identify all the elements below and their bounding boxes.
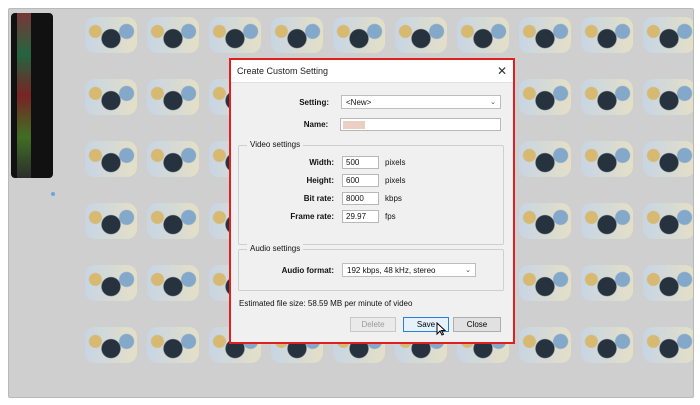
bitrate-label: Bit rate: <box>303 194 334 203</box>
create-custom-setting-dialog: Create Custom Setting ✕ Setting: <New> ⌄… <box>229 58 515 344</box>
dialog-title: Create Custom Setting <box>237 66 329 76</box>
height-label: Height: <box>306 176 334 185</box>
name-label: Name: <box>303 120 329 129</box>
close-button[interactable]: Close <box>453 317 501 332</box>
estimated-file-size-text: Estimated file size: 58.59 MB per minute… <box>239 299 413 308</box>
width-value: 500 <box>346 158 360 167</box>
setting-label: Setting: <box>299 97 329 107</box>
audio-settings-group: Audio settings Audio format: 192 kbps, 4… <box>238 244 504 291</box>
setting-select-value: <New> <box>346 97 372 107</box>
dialog-titlebar: Create Custom Setting ✕ <box>231 60 513 83</box>
height-input[interactable]: 600 <box>342 174 379 187</box>
delete-button-label: Delete <box>361 320 385 329</box>
save-button-label: Save <box>416 320 436 329</box>
estimated-file-size: Estimated file size: 58.59 MB per minute… <box>239 299 412 308</box>
name-row: Name: <box>231 118 501 131</box>
setting-row: Setting: <New> ⌄ <box>231 95 501 109</box>
height-row: Height: 600 pixels <box>239 174 405 187</box>
framerate-input[interactable]: 29.97 <box>342 210 379 223</box>
name-input[interactable] <box>340 118 501 131</box>
delete-button[interactable]: Delete <box>350 317 396 332</box>
bitrate-value: 8000 <box>346 194 364 203</box>
video-settings-group: Video settings Width: 500 pixels Height:… <box>238 140 504 245</box>
chevron-down-icon: ⌄ <box>490 99 496 106</box>
audio-settings-title: Audio settings <box>247 244 304 253</box>
video-settings-title: Video settings <box>247 140 304 149</box>
audio-format-label: Audio format: <box>281 265 334 275</box>
audio-format-select[interactable]: 192 kbps, 48 kHz, stereo ⌄ <box>342 263 476 277</box>
framerate-unit: fps <box>385 212 396 221</box>
setting-select[interactable]: <New> ⌄ <box>341 95 501 109</box>
background-tile-row <box>85 17 693 53</box>
bitrate-row: Bit rate: 8000 kbps <box>239 192 402 205</box>
name-input-highlight <box>343 121 366 129</box>
height-value: 600 <box>346 176 360 185</box>
width-input[interactable]: 500 <box>342 156 379 169</box>
chevron-down-icon: ⌄ <box>465 267 471 274</box>
framerate-row: Frame rate: 29.97 fps <box>239 210 396 223</box>
close-icon[interactable]: ✕ <box>497 65 507 77</box>
framerate-value: 29.97 <box>346 212 367 221</box>
height-unit: pixels <box>385 176 406 185</box>
bitrate-unit: kbps <box>385 194 402 203</box>
mouse-cursor-icon <box>436 322 446 336</box>
background-dot <box>51 192 55 196</box>
width-label: Width: <box>309 158 334 167</box>
width-unit: pixels <box>385 158 406 167</box>
bitrate-input[interactable]: 8000 <box>342 192 379 205</box>
left-color-strip <box>11 13 53 178</box>
width-row: Width: 500 pixels <box>239 156 405 169</box>
framerate-label: Frame rate: <box>290 212 334 221</box>
audio-format-value: 192 kbps, 48 kHz, stereo <box>347 265 436 275</box>
audio-format-row: Audio format: 192 kbps, 48 kHz, stereo ⌄ <box>239 263 476 277</box>
close-button-label: Close <box>466 320 488 329</box>
